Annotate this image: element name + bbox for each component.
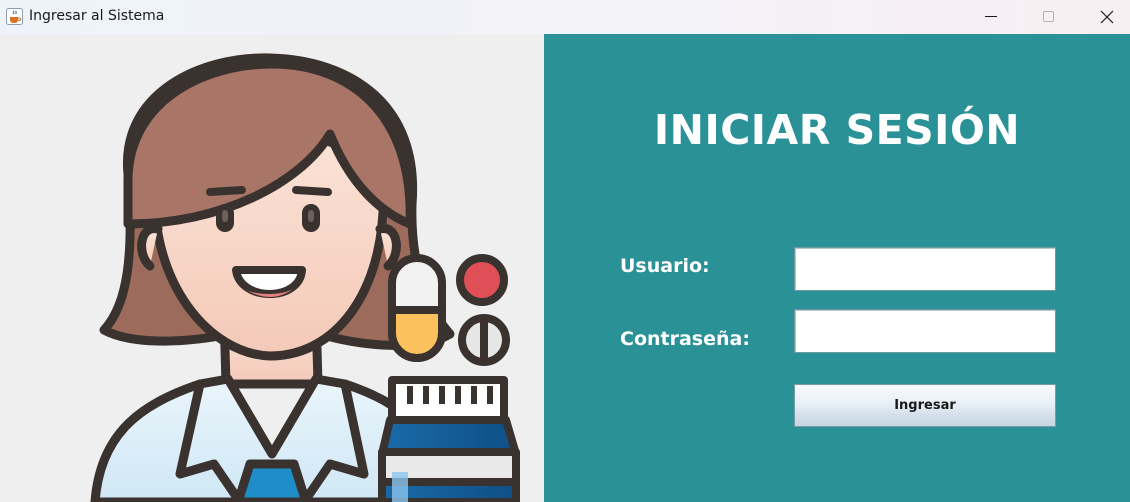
maximize-icon — [1043, 11, 1054, 22]
password-input[interactable] — [794, 309, 1056, 353]
window-title: Ingresar al Sistema — [29, 8, 165, 24]
close-button[interactable] — [1084, 0, 1130, 34]
login-button[interactable]: Ingresar — [794, 384, 1056, 427]
password-label: Contraseña: — [620, 328, 750, 350]
login-panel: INICIAR SESIÓN Usuario: Contraseña: Ingr… — [544, 34, 1130, 502]
maximize-button[interactable] — [1026, 0, 1072, 34]
minimize-button[interactable] — [968, 0, 1014, 34]
minimize-icon — [985, 16, 997, 17]
java-cup-icon[interactable] — [6, 8, 23, 25]
username-input[interactable] — [794, 247, 1056, 291]
illustration-panel — [0, 34, 544, 502]
doctor-with-medicine-illustration — [90, 53, 520, 502]
window-titlebar: Ingresar al Sistema — [0, 0, 1130, 34]
username-label: Usuario: — [620, 255, 710, 277]
close-icon — [1100, 10, 1114, 24]
page-title: INICIAR SESIÓN — [653, 106, 1021, 154]
